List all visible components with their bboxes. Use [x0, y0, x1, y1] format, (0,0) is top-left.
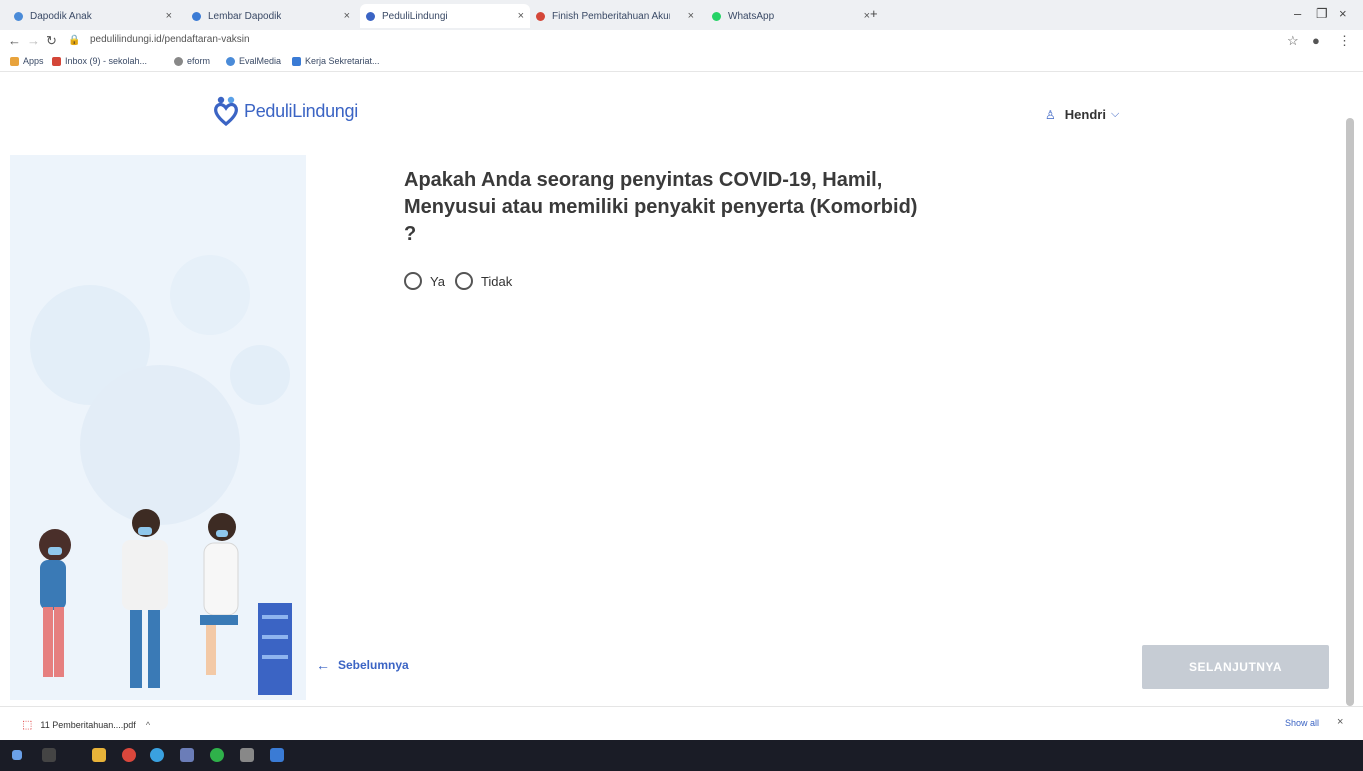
- bookmark-apps[interactable]: Apps: [10, 56, 44, 66]
- show-all-link[interactable]: Show all: [1285, 718, 1319, 728]
- tab-pedulilindungi[interactable]: PeduliLindungi ×: [360, 4, 530, 28]
- tab-label: PeduliLindungi: [382, 10, 448, 22]
- previous-label: Sebelumnya: [338, 658, 409, 672]
- bookmark-evalmedia[interactable]: EvalMedia: [226, 56, 281, 66]
- app-icon[interactable]: [240, 748, 254, 762]
- tab-favicon: [366, 11, 375, 21]
- globe-icon: [174, 56, 183, 66]
- bookmark-eform[interactable]: eform: [174, 56, 210, 66]
- close-icon[interactable]: ×: [1337, 716, 1343, 728]
- globe-icon: [226, 56, 235, 66]
- previous-button[interactable]: ← Sebelumnya: [316, 657, 409, 673]
- back-icon[interactable]: ←: [8, 33, 21, 48]
- tab-lembar-dapodik[interactable]: Lembar Dapodik ×: [186, 4, 356, 28]
- bookmark-inbox[interactable]: Inbox (9) - sekolah...: [52, 56, 147, 66]
- url-field[interactable]: pedulilindungi.id/pendaftaran-vaksin: [90, 34, 250, 45]
- logo-icon: [214, 96, 238, 126]
- tab-label: Lembar Dapodik: [208, 10, 282, 22]
- edge-icon[interactable]: [150, 748, 164, 762]
- tab-favicon: [14, 11, 23, 21]
- download-item[interactable]: ⬚ 11 Pemberitahuan....pdf ^: [22, 718, 150, 731]
- bookmark-label: EvalMedia: [239, 56, 282, 66]
- chevron-down-icon: ⌵: [1110, 108, 1120, 120]
- menu-icon[interactable]: ⋮: [1338, 33, 1351, 49]
- next-button[interactable]: SELANJUTNYA: [1142, 645, 1329, 689]
- tab-label: Finish Pemberitahuan Akun Hary: [552, 10, 670, 22]
- bookmark-label: Inbox (9) - sekolah...: [65, 56, 148, 66]
- search-icon[interactable]: [42, 748, 56, 762]
- bookmark-star-icon[interactable]: ☆: [1287, 33, 1299, 49]
- restore-icon[interactable]: ❐: [1316, 6, 1328, 22]
- bookmark-label: Kerja Sekretariat...: [305, 56, 380, 66]
- start-icon[interactable]: [12, 750, 22, 760]
- profile-icon[interactable]: ●: [1312, 33, 1320, 48]
- woman-figure: [39, 529, 71, 677]
- tab-label: Dapodik Anak: [30, 10, 92, 22]
- minimize-icon[interactable]: –: [1294, 6, 1301, 21]
- download-file-name: 11 Pemberitahuan....pdf: [40, 719, 136, 730]
- tab-favicon: [536, 11, 545, 21]
- tab-favicon: [712, 11, 721, 21]
- answer-options: Ya Tidak: [404, 272, 522, 290]
- tab-close-icon[interactable]: ×: [158, 10, 172, 22]
- page-scrollbar[interactable]: [1346, 118, 1354, 706]
- tab-whatsapp[interactable]: WhatsApp ×: [706, 4, 876, 28]
- option-ya-label: Ya: [430, 273, 445, 289]
- arrow-left-icon: ←: [316, 657, 330, 673]
- lock-icon: 🔒: [68, 35, 81, 46]
- tab-close-icon[interactable]: ×: [680, 10, 694, 22]
- app-icon[interactable]: [270, 748, 284, 762]
- close-window-icon[interactable]: ×: [1339, 6, 1347, 21]
- tab-close-icon[interactable]: ×: [336, 10, 350, 22]
- tab-close-icon[interactable]: ×: [856, 10, 870, 22]
- file-explorer-icon[interactable]: [92, 748, 106, 762]
- radio-tidak[interactable]: [454, 272, 473, 290]
- download-bar: ⬚ 11 Pemberitahuan....pdf ^ Show all ×: [0, 706, 1363, 738]
- new-tab-icon[interactable]: +: [870, 6, 878, 21]
- gmail-icon: [52, 56, 61, 66]
- tab-gmail[interactable]: Finish Pemberitahuan Akun Hary ×: [530, 4, 700, 28]
- bookmark-label: Apps: [23, 56, 44, 66]
- tab-close-icon[interactable]: ×: [510, 10, 524, 22]
- bookmark-kerja[interactable]: Kerja Sekretariat...: [292, 56, 380, 66]
- option-ya[interactable]: Ya: [404, 272, 445, 290]
- bookmark-label: eform: [187, 56, 211, 66]
- address-bar-row: ← → ↻ 🔒 pedulilindungi.id/pendaftaran-va…: [0, 30, 1363, 52]
- user-menu[interactable]: ♙ Hendri ⌵: [1045, 107, 1119, 122]
- forward-icon[interactable]: →: [27, 33, 40, 48]
- option-tidak[interactable]: Tidak: [454, 272, 513, 290]
- browser-tab-bar: Dapodik Anak × Lembar Dapodik × PeduliLi…: [0, 0, 1363, 30]
- logo-text: PeduliLindungi: [244, 100, 358, 121]
- user-name: Hendri: [1064, 107, 1106, 122]
- option-tidak-label: Tidak: [480, 273, 513, 289]
- bookmarks-bar: Apps Inbox (9) - sekolah... eform EvalMe…: [0, 52, 1363, 72]
- apps-grid-icon: [10, 56, 19, 66]
- system-tray[interactable]: [1321, 746, 1323, 756]
- chrome-icon[interactable]: [122, 748, 136, 762]
- vaccination-illustration: [10, 155, 306, 700]
- patient-figure: [122, 509, 168, 688]
- nurse-figure: [200, 513, 239, 675]
- medical-cabinet: [258, 603, 292, 695]
- question-heading: Apakah Anda seorang penyintas COVID-19, …: [404, 169, 918, 245]
- radio-ya[interactable]: [404, 272, 422, 290]
- user-icon: ♙: [1045, 107, 1056, 122]
- folder-icon: [292, 56, 301, 66]
- pdf-file-icon: ⬚: [22, 719, 33, 731]
- reload-icon[interactable]: ↻: [46, 33, 57, 49]
- whatsapp-icon[interactable]: [210, 748, 224, 762]
- chevron-up-icon[interactable]: ^: [146, 720, 150, 730]
- windows-taskbar: [0, 740, 1363, 771]
- pedulilindungi-logo[interactable]: PeduliLindungi: [214, 96, 358, 126]
- tab-favicon: [192, 11, 201, 21]
- app-icon[interactable]: [180, 748, 194, 762]
- tab-label: WhatsApp: [728, 10, 775, 22]
- tab-dapodik-anak[interactable]: Dapodik Anak ×: [8, 4, 178, 28]
